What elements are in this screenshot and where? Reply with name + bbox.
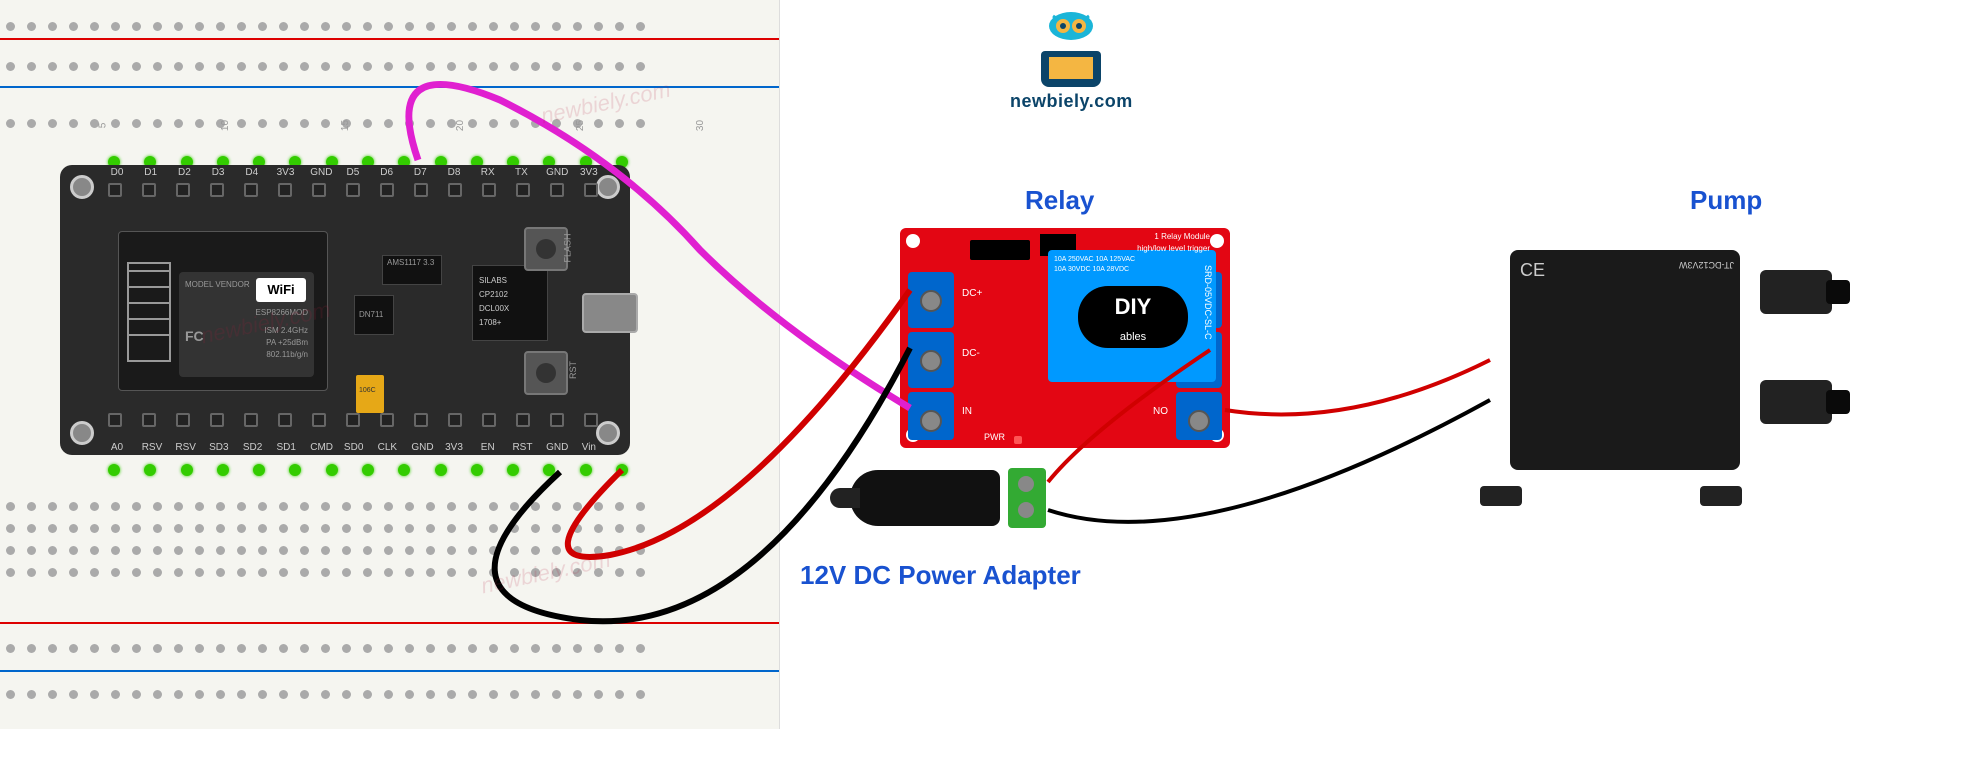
dc-water-pump: JT-DC12V3W CE bbox=[1480, 240, 1790, 500]
power-adapter-label: 12V DC Power Adapter bbox=[800, 560, 1081, 591]
usb-serial-chip: SILABS CP2102 DCL00X 1708+ bbox=[472, 265, 548, 341]
pump-foot-icon bbox=[1700, 486, 1742, 506]
mount-hole-icon bbox=[596, 421, 620, 445]
trigger-jumper bbox=[970, 240, 1030, 260]
relay-label: Relay bbox=[1025, 185, 1094, 216]
brand-logo: newbiely.com bbox=[1010, 10, 1133, 112]
model-text: ESP8266MOD bbox=[256, 308, 308, 317]
owl-icon bbox=[1041, 10, 1101, 52]
pump-label: Pump bbox=[1690, 185, 1762, 216]
relay-term-dcminus bbox=[908, 332, 954, 388]
mount-hole-icon bbox=[596, 175, 620, 199]
wire-no-pump-pos bbox=[1225, 360, 1490, 414]
relay-coil-body: DIY ables SRD-05VDC-SL-C 10A 250VAC 10A … bbox=[1048, 250, 1216, 382]
pin-header-top bbox=[108, 183, 598, 207]
dc-barrel-jack bbox=[850, 470, 1000, 526]
mcu-bot-pin-row bbox=[108, 464, 628, 757]
pwr-led-icon bbox=[1014, 436, 1022, 444]
small-chip: DN711 bbox=[354, 295, 394, 335]
relay-term-no bbox=[1176, 392, 1222, 440]
mount-hole-icon bbox=[1210, 234, 1224, 248]
vendor-text: MODEL VENDOR bbox=[185, 280, 250, 289]
relay-term-dcplus bbox=[908, 272, 954, 328]
flash-button bbox=[524, 227, 568, 271]
regulator-chip: AMS1117 3.3 bbox=[382, 255, 442, 285]
bb-hole-row bbox=[0, 115, 779, 133]
nodemcu-esp8266-board: D0D1D2D3D43V3GNDD5D6D7D8RXTXGND3V3 A0RSV… bbox=[60, 165, 630, 455]
wifi-logo-icon: WiFi bbox=[256, 278, 306, 302]
pump-inlet-icon bbox=[1760, 380, 1832, 424]
brand-name: newbiely.com bbox=[1010, 91, 1133, 112]
pump-body: JT-DC12V3W CE bbox=[1510, 250, 1740, 470]
power-rail-top-blue bbox=[0, 86, 779, 88]
bb-hole-row bbox=[0, 18, 779, 36]
pump-foot-icon bbox=[1480, 486, 1522, 506]
pump-outlet-icon bbox=[1760, 270, 1832, 314]
fcc-icon: FC bbox=[185, 328, 204, 344]
bb-hole-row bbox=[0, 58, 779, 76]
tantalum-capacitor-icon: 106C bbox=[356, 375, 384, 413]
mount-hole-icon bbox=[70, 175, 94, 199]
esp8266-module: WiFi MODEL VENDOR ESP8266MOD FC ISM 2.4G… bbox=[118, 231, 328, 391]
mount-hole-icon bbox=[70, 421, 94, 445]
power-rail-top-red bbox=[0, 38, 779, 40]
pcb-antenna-icon bbox=[127, 262, 171, 362]
mount-hole-icon bbox=[906, 234, 920, 248]
pin-labels-top: D0D1D2D3D43V3GNDD5D6D7D8RXTXGND3V3 bbox=[108, 167, 598, 178]
ce-mark-icon: CE bbox=[1520, 260, 1545, 281]
pin-labels-bot: A0RSVRSVSD3SD2SD1CMDSD0CLKGND3V3ENRSTGND… bbox=[108, 442, 598, 453]
pin-header-bot bbox=[108, 413, 598, 437]
dc-screw-terminal bbox=[1008, 468, 1046, 528]
diyables-logo-icon: DIY ables bbox=[1078, 286, 1188, 348]
laptop-icon bbox=[1041, 51, 1101, 87]
relay-term-in bbox=[908, 392, 954, 440]
micro-usb-port-icon bbox=[582, 293, 638, 333]
relay-module: DC+ DC- IN NC COM NO DIY ables SRD-05VDC… bbox=[900, 228, 1230, 448]
esp-shield: WiFi MODEL VENDOR ESP8266MOD FC ISM 2.4G… bbox=[179, 272, 314, 377]
reset-button bbox=[524, 351, 568, 395]
